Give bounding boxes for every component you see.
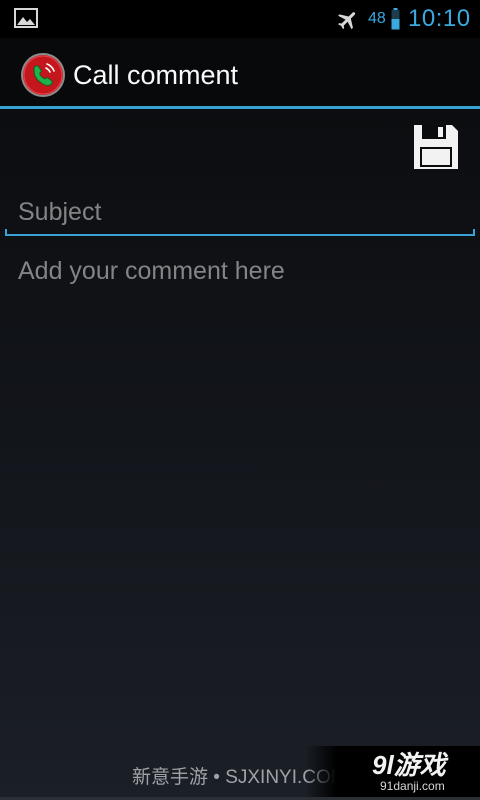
call-comment-screen: 48 10:10 Call comment Subject Add your c… bbox=[0, 0, 480, 800]
subject-field[interactable]: Subject bbox=[5, 188, 475, 236]
watermark-brand: 9l游戏 bbox=[372, 750, 446, 780]
status-clock: 10:10 bbox=[408, 5, 471, 32]
subject-placeholder: Subject bbox=[18, 198, 102, 226]
floppy-disk-save-icon bbox=[414, 125, 458, 169]
subject-field-underline bbox=[5, 234, 475, 236]
action-bar-divider bbox=[0, 106, 480, 109]
subject-field-right-tick bbox=[473, 229, 475, 236]
watermark-url: 91danji.com bbox=[380, 779, 445, 793]
gallery-notification-icon bbox=[14, 8, 38, 28]
airplane-mode-icon bbox=[338, 12, 356, 30]
subject-field-left-tick bbox=[5, 229, 7, 236]
comment-field[interactable]: Add your comment here bbox=[5, 246, 475, 726]
call-recorder-app-icon[interactable] bbox=[20, 52, 66, 98]
page-title: Call comment bbox=[73, 60, 239, 90]
battery-icon bbox=[391, 8, 400, 30]
save-button[interactable] bbox=[402, 118, 468, 178]
comment-placeholder: Add your comment here bbox=[18, 257, 285, 285]
watermark-logo: 9l游戏 91danji.com bbox=[306, 746, 480, 800]
battery-level-text: 48 bbox=[368, 10, 386, 27]
action-bar: Call comment bbox=[0, 38, 480, 106]
status-bar: 48 10:10 bbox=[0, 0, 480, 38]
